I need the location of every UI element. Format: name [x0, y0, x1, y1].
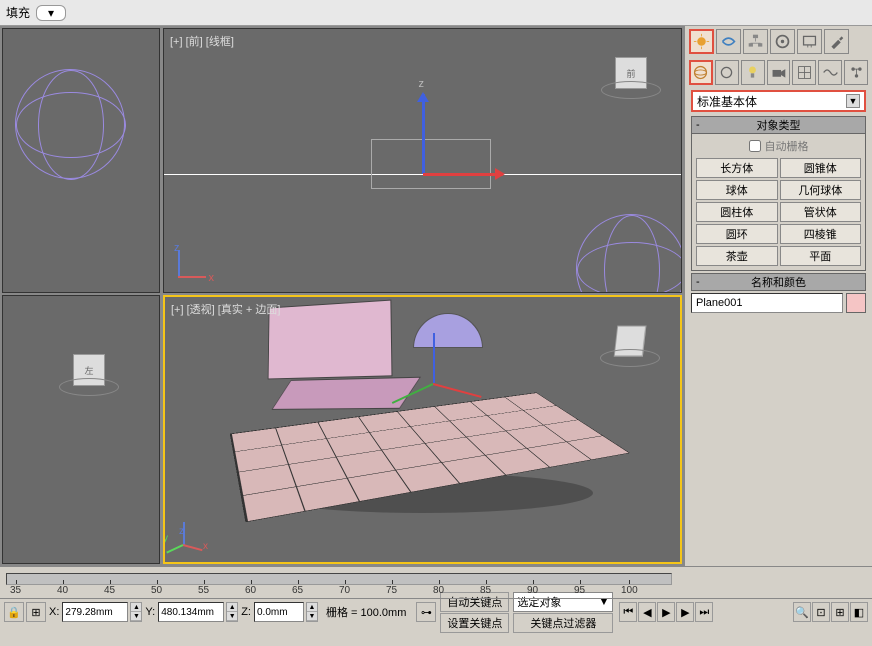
viewcube-left[interactable]: 左 — [59, 346, 119, 396]
viewcube[interactable]: 前 — [601, 49, 661, 99]
time-ruler[interactable]: 35 40 45 50 55 60 65 70 75 80 85 90 95 1… — [0, 567, 872, 599]
viewport-left[interactable]: 左 — [2, 295, 160, 564]
name-color-row — [691, 293, 866, 313]
plane-button[interactable]: 平面 — [780, 246, 862, 266]
chevron-down-icon: ▼ — [846, 94, 860, 108]
cone-button[interactable]: 圆锥体 — [780, 158, 862, 178]
y-coord-input[interactable] — [158, 602, 224, 622]
selection-lock-icon[interactable]: ⊞ — [26, 602, 46, 622]
top-menu-bar: 填充 ▾ — [0, 0, 872, 26]
set-key-button[interactable]: 设置关键点 — [440, 613, 509, 633]
object-type-header[interactable]: - 对象类型 — [691, 116, 866, 134]
viewcube-ring[interactable] — [601, 81, 661, 99]
box-object[interactable] — [267, 299, 392, 379]
lock-icon[interactable]: 🔒 — [4, 602, 24, 622]
viewport-label-front[interactable]: [+] [前] [线框] — [170, 33, 234, 49]
wireframe-sphere-icon — [15, 69, 125, 179]
torus-button[interactable]: 圆环 — [696, 224, 778, 244]
x-coord-input[interactable] — [62, 602, 128, 622]
systems-category[interactable] — [844, 60, 868, 85]
field-of-view-button[interactable]: ◧ — [850, 602, 868, 622]
command-panel: 标准基本体 ▼ - 对象类型 自动栅格 长方体 圆锥体 球体 几何球体 圆柱体 … — [684, 26, 872, 566]
viewport-label-persp[interactable]: [+] [透视] [真实 + 边面] — [171, 301, 280, 317]
key-filter-button[interactable]: 关键点过滤器 — [513, 613, 613, 633]
command-panel-tabs — [685, 26, 872, 57]
zoom-button[interactable]: 🔍 — [793, 602, 811, 622]
goto-start-button[interactable]: ⏮ — [619, 602, 637, 622]
goto-end-button[interactable]: ⏭ — [695, 602, 713, 622]
sphere-object[interactable] — [413, 313, 483, 348]
viewport-container: [+] [前] [线框] 前 z z x — [0, 26, 684, 566]
lights-category[interactable] — [741, 60, 765, 85]
sphere-button[interactable]: 球体 — [696, 180, 778, 200]
z-coord-input[interactable] — [254, 602, 304, 622]
geosphere-button[interactable]: 几何球体 — [780, 180, 862, 200]
modify-tab[interactable] — [716, 29, 741, 54]
name-color-header[interactable]: - 名称和颜色 — [691, 273, 866, 291]
play-button[interactable]: ▶ — [657, 602, 675, 622]
box-button[interactable]: 长方体 — [696, 158, 778, 178]
timeline-area: 35 40 45 50 55 60 65 70 75 80 85 90 95 1… — [0, 566, 872, 646]
create-tab[interactable] — [689, 29, 714, 54]
hierarchy-tab[interactable] — [743, 29, 768, 54]
perspective-scene — [243, 353, 603, 533]
shapes-category[interactable] — [715, 60, 739, 85]
helpers-category[interactable] — [792, 60, 816, 85]
object-type-body: 自动栅格 长方体 圆锥体 球体 几何球体 圆柱体 管状体 圆环 四棱锥 茶壶 平… — [691, 134, 866, 271]
motion-tab[interactable] — [770, 29, 795, 54]
time-slider-track[interactable] — [6, 573, 672, 585]
object-name-input[interactable] — [691, 293, 843, 313]
y-spinner[interactable]: ▲▼ — [226, 602, 238, 622]
primitive-buttons: 长方体 圆锥体 球体 几何球体 圆柱体 管状体 圆环 四棱锥 茶壶 平面 — [694, 156, 863, 268]
x-label: X: — [48, 606, 60, 618]
box-outline — [371, 139, 491, 189]
minus-icon: - — [696, 276, 700, 288]
geometry-category[interactable] — [689, 60, 713, 85]
spacewarps-category[interactable] — [818, 60, 842, 85]
prev-frame-button[interactable]: ◀ — [638, 602, 656, 622]
fill-label: 填充 — [6, 4, 30, 21]
auto-grid-checkbox[interactable] — [749, 140, 761, 152]
viewport-perspective[interactable]: [+] [透视] [真实 + 边面] z x — [163, 295, 682, 564]
subcategory-dropdown[interactable]: 标准基本体 ▼ — [691, 90, 866, 112]
wireframe-sphere-front — [576, 214, 682, 293]
cylinder-button[interactable]: 圆柱体 — [696, 202, 778, 222]
create-category-row — [685, 57, 872, 88]
viewport-front[interactable]: [+] [前] [线框] 前 z z x — [163, 28, 682, 293]
z-spinner[interactable]: ▲▼ — [306, 602, 318, 622]
next-frame-button[interactable]: ▶ — [676, 602, 694, 622]
viewport-top[interactable] — [2, 28, 160, 293]
axis-tripod-front: z x — [170, 246, 210, 286]
cameras-category[interactable] — [767, 60, 791, 85]
key-icon[interactable]: ⊶ — [416, 602, 436, 622]
object-color-swatch[interactable] — [846, 293, 866, 313]
tube-button[interactable]: 管状体 — [780, 202, 862, 222]
x-spinner[interactable]: ▲▼ — [130, 602, 142, 622]
fill-dropdown[interactable]: ▾ — [36, 5, 66, 21]
minus-icon: - — [696, 119, 700, 131]
viewcube-persp[interactable] — [600, 317, 660, 367]
viewport-nav-controls: 🔍 ⊡ ⊞ ◧ — [793, 602, 868, 622]
auto-grid-row[interactable]: 自动栅格 — [694, 136, 863, 156]
y-label: Y: — [144, 606, 156, 618]
subcategory-label: 标准基本体 — [697, 93, 757, 110]
display-tab[interactable] — [797, 29, 822, 54]
z-label: Z: — [240, 606, 252, 618]
zoom-all-button[interactable]: ⊡ — [812, 602, 830, 622]
utilities-tab[interactable] — [824, 29, 849, 54]
status-bar: 🔒 ⊞ X: ▲▼ Y: ▲▼ Z: ▲▼ 栅格 = 100.0mm ⊶ 自动关… — [0, 599, 872, 625]
pyramid-button[interactable]: 四棱锥 — [780, 224, 862, 244]
zoom-extents-button[interactable]: ⊞ — [831, 602, 849, 622]
grid-size-label: 栅格 = 100.0mm — [326, 604, 406, 620]
teapot-button[interactable]: 茶壶 — [696, 246, 778, 266]
